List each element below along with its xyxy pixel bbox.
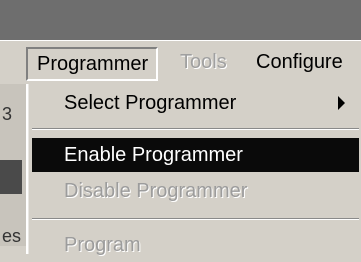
menu-item-label: Enable Programmer [64,144,243,166]
background-text-fragment: 3 [2,104,13,124]
submenu-arrow-icon [338,96,345,110]
menu-programmer[interactable]: Programmer [26,47,159,81]
menu-item-program[interactable]: Program [32,228,359,262]
menu-item-label: Disable Programmer [64,180,248,202]
menu-configure[interactable]: Configure [256,47,343,77]
menu-item-enable-programmer[interactable]: Enable Programmer [32,138,359,172]
menu-item-label: Program [64,234,141,256]
background-window-edge: 3 es [0,84,26,246]
menu-tools[interactable]: Tools [180,47,227,77]
background-dark-region [0,160,22,194]
menu-item-label: Select Programmer [64,92,237,114]
title-bar [0,0,361,40]
menu-separator [32,218,359,220]
menu-bar: Programmer Tools Configure [0,40,361,85]
menu-item-select-programmer[interactable]: Select Programmer [32,86,359,120]
background-text-fragment: es [2,226,22,246]
programmer-dropdown-menu: Select Programmer Enable Programmer Disa… [26,84,361,256]
menu-separator [32,128,359,130]
menu-item-disable-programmer[interactable]: Disable Programmer [32,174,359,208]
